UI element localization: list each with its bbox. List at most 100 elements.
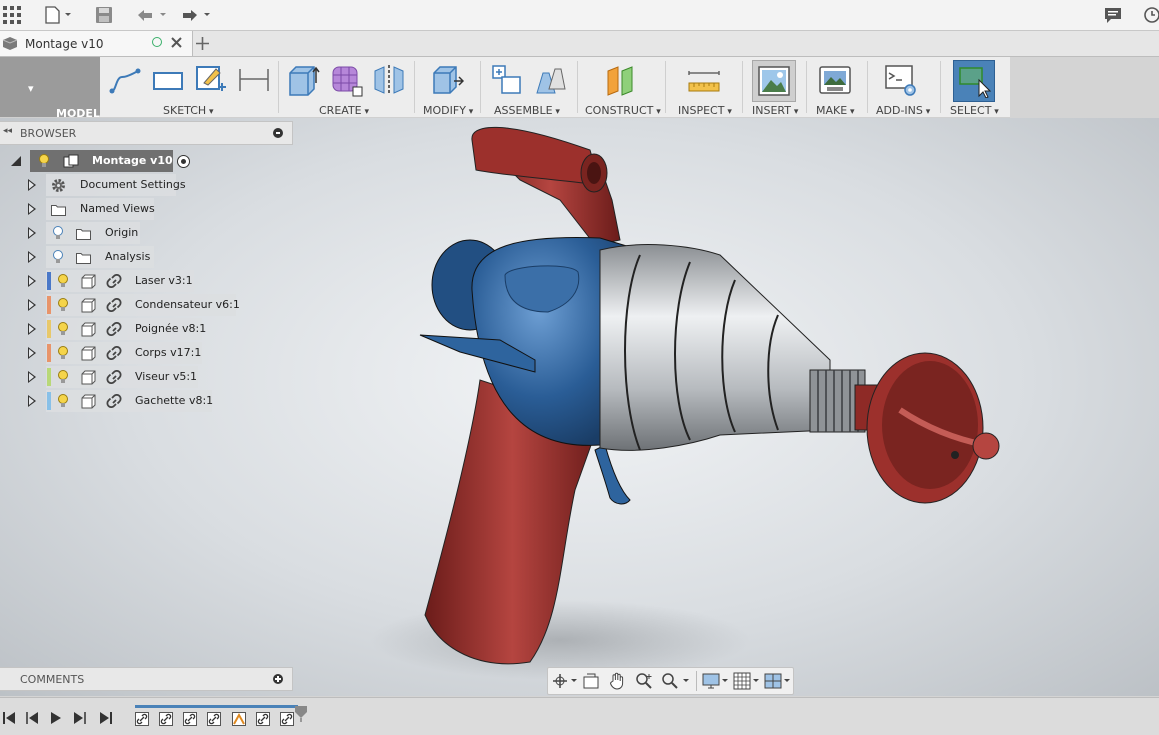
- visibility-bulb-icon[interactable]: [57, 274, 69, 288]
- step-back-icon[interactable]: [26, 712, 38, 724]
- go-to-start-icon[interactable]: [3, 712, 15, 724]
- sketch-line-icon[interactable]: [108, 63, 142, 97]
- expand-triangle-icon[interactable]: [28, 275, 36, 287]
- expand-triangle-icon[interactable]: [28, 203, 36, 215]
- visibility-bulb-icon[interactable]: [57, 322, 69, 336]
- inspect-menu[interactable]: INSPECT: [678, 104, 732, 117]
- zoom-icon[interactable]: [635, 672, 653, 690]
- tree-item-analysis[interactable]: Analysis: [0, 246, 200, 268]
- joint-feature-icon[interactable]: [207, 712, 221, 726]
- grid-settings-icon[interactable]: [733, 672, 761, 690]
- history-icon[interactable]: [1143, 4, 1159, 26]
- visibility-bulb-icon[interactable]: [57, 370, 69, 384]
- tree-item-component[interactable]: Poignée v8:1: [0, 318, 240, 340]
- joint-feature-icon[interactable]: [159, 712, 173, 726]
- mirror-icon[interactable]: [372, 63, 406, 97]
- tree-item-component[interactable]: Gachette v8:1: [0, 390, 240, 412]
- sketch-menu[interactable]: SKETCH: [163, 104, 214, 117]
- visibility-bulb-icon[interactable]: [57, 298, 69, 312]
- component-icon: [81, 322, 96, 337]
- visibility-bulb-off-icon[interactable]: [52, 250, 64, 264]
- joint-feature-icon[interactable]: [280, 712, 294, 726]
- look-at-icon[interactable]: [583, 673, 599, 689]
- collapse-panel-icon[interactable]: ◂◂: [3, 126, 12, 136]
- joint-feature-icon[interactable]: [256, 712, 270, 726]
- save-icon[interactable]: [95, 4, 113, 26]
- add-comment-icon[interactable]: [273, 674, 283, 684]
- expand-triangle-icon[interactable]: [28, 347, 36, 359]
- document-tab-title: Montage v10: [25, 37, 104, 51]
- expand-triangle-icon[interactable]: [28, 299, 36, 311]
- link-icon: [106, 370, 122, 384]
- browser-header[interactable]: ◂◂ BROWSER: [0, 121, 293, 145]
- tree-item-component[interactable]: Corps v17:1: [0, 342, 240, 364]
- visibility-bulb-off-icon[interactable]: [52, 226, 64, 240]
- new-tab-icon[interactable]: [196, 37, 209, 50]
- expand-triangle-icon[interactable]: [28, 251, 36, 263]
- select-active-tool[interactable]: [953, 60, 995, 102]
- new-component-icon[interactable]: [490, 63, 524, 97]
- go-to-end-icon[interactable]: [100, 712, 112, 724]
- tree-item-component[interactable]: Condensateur v6:1: [0, 294, 240, 316]
- construct-menu[interactable]: CONSTRUCT: [585, 104, 661, 117]
- create-form-icon[interactable]: [329, 63, 363, 97]
- orbit-icon[interactable]: [553, 673, 577, 689]
- expand-triangle-icon[interactable]: [28, 227, 36, 239]
- play-icon[interactable]: [50, 712, 62, 724]
- tree-item-named-views[interactable]: Named Views: [0, 198, 200, 220]
- document-tab[interactable]: Montage v10: [0, 31, 193, 56]
- app-grid-icon[interactable]: [3, 4, 21, 26]
- tree-item-component[interactable]: Viseur v5:1: [0, 366, 240, 388]
- joint-feature-icon[interactable]: [183, 712, 197, 726]
- comments-panel-header[interactable]: COMMENTS: [0, 667, 293, 691]
- tree-item-label: Laser v3:1: [135, 274, 193, 287]
- expand-triangle-icon[interactable]: [28, 371, 36, 383]
- insert-active-tool[interactable]: [752, 60, 796, 102]
- offset-plane-icon[interactable]: [604, 63, 638, 97]
- assemble-menu[interactable]: ASSEMBLE: [494, 104, 560, 117]
- sketch-rectangle-icon[interactable]: [151, 63, 185, 97]
- select-menu[interactable]: SELECT: [950, 104, 999, 117]
- comments-icon[interactable]: [1104, 4, 1122, 26]
- insert-menu[interactable]: INSERT: [752, 104, 798, 117]
- pan-hand-icon[interactable]: [609, 672, 625, 690]
- tree-item-origin[interactable]: Origin: [0, 222, 200, 244]
- rigid-group-feature-icon[interactable]: [232, 712, 246, 726]
- expand-triangle-icon[interactable]: [28, 323, 36, 335]
- tree-root-row[interactable]: Montage v10: [0, 150, 200, 172]
- create-sketch-icon[interactable]: [194, 63, 228, 97]
- close-tab-icon[interactable]: [171, 37, 182, 48]
- joint-feature-icon[interactable]: [135, 712, 149, 726]
- file-menu-button[interactable]: [45, 4, 73, 26]
- undo-icon[interactable]: [135, 4, 169, 26]
- expand-triangle-icon[interactable]: [28, 179, 36, 191]
- fit-zoom-icon[interactable]: [661, 672, 691, 690]
- scripts-addins-icon[interactable]: [884, 63, 918, 97]
- tree-item-component[interactable]: Laser v3:1: [0, 270, 240, 292]
- visibility-bulb-icon[interactable]: [38, 154, 50, 168]
- 3d-print-icon[interactable]: [818, 63, 852, 97]
- addins-menu[interactable]: ADD-INS: [876, 104, 930, 117]
- create-menu[interactable]: CREATE: [319, 104, 369, 117]
- expanded-triangle-icon[interactable]: [10, 155, 22, 167]
- make-menu[interactable]: MAKE: [816, 104, 855, 117]
- visibility-bulb-icon[interactable]: [57, 346, 69, 360]
- browser-panel: ◂◂ BROWSER Montage v10 Document Settings…: [0, 121, 294, 421]
- visibility-bulb-icon[interactable]: [57, 394, 69, 408]
- timeline-marker-icon[interactable]: [295, 706, 307, 722]
- redo-icon[interactable]: [178, 4, 212, 26]
- measure-icon[interactable]: [687, 63, 721, 97]
- document-tab-bar: Montage v10: [0, 31, 1159, 57]
- extrude-icon[interactable]: [286, 63, 320, 97]
- viewports-icon[interactable]: [764, 672, 792, 690]
- sketch-dimension-icon[interactable]: [237, 63, 271, 97]
- tree-item-document-settings[interactable]: Document Settings: [0, 174, 200, 196]
- step-forward-icon[interactable]: [74, 712, 86, 724]
- activate-radio-icon[interactable]: [177, 155, 190, 168]
- joint-icon[interactable]: [533, 63, 567, 97]
- expand-triangle-icon[interactable]: [28, 395, 36, 407]
- press-pull-icon[interactable]: [430, 63, 464, 97]
- workspace-switcher[interactable]: MODEL ▾: [0, 57, 100, 120]
- display-settings-icon[interactable]: [702, 672, 730, 690]
- modify-menu[interactable]: MODIFY: [423, 104, 473, 117]
